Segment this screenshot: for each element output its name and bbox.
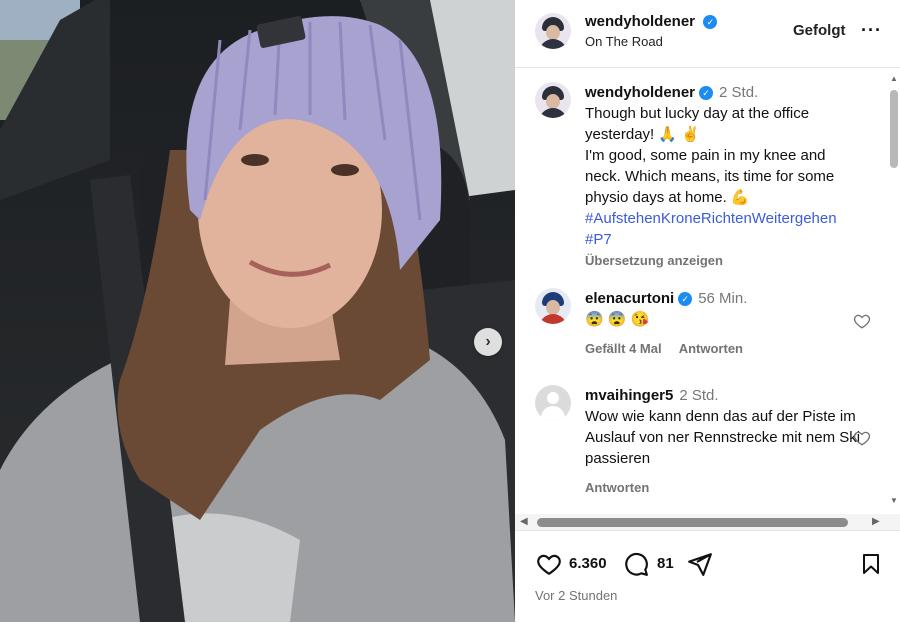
- post-location[interactable]: On The Road: [585, 34, 663, 49]
- comment-likes[interactable]: Gefällt 4 Mal: [585, 341, 662, 356]
- post-photo: ›: [0, 0, 515, 622]
- translate-link[interactable]: Übersetzung anzeigen: [585, 253, 723, 268]
- follow-button[interactable]: Gefolgt: [793, 22, 846, 39]
- heart-icon[interactable]: [853, 429, 871, 447]
- comment-text: Wow wie kann denn das auf der Piste im A…: [585, 408, 861, 467]
- verified-badge-icon: ✓: [703, 14, 718, 29]
- caption-text-1: Though but lucky day at the office yeste…: [585, 105, 810, 143]
- scroll-down-icon[interactable]: ▼: [890, 496, 898, 505]
- caption-time: 2 Std.: [719, 84, 759, 101]
- caption: wendyholdener ✓ 2 Std. Though but lucky da…: [535, 82, 865, 271]
- chevron-right-icon: ›: [485, 333, 491, 350]
- reply-link[interactable]: Antworten: [585, 480, 649, 495]
- vertical-scroll-thumb[interactable]: [890, 90, 898, 168]
- verified-badge-icon: ✓: [699, 86, 714, 101]
- selfie-illustration: [0, 0, 515, 622]
- avatar[interactable]: [535, 13, 571, 49]
- comment-username[interactable]: mvaihinger5: [585, 387, 673, 404]
- like-count[interactable]: 6.360: [569, 555, 607, 572]
- comment-time: 56 Min.: [698, 290, 748, 307]
- comment-text: 😨 😨 😘: [585, 311, 650, 328]
- comment-time: 2 Std.: [679, 387, 719, 404]
- share-icon[interactable]: [687, 551, 713, 577]
- comment-username[interactable]: elenacurtoni: [585, 290, 674, 307]
- comment-icon[interactable]: [623, 551, 649, 577]
- scroll-left-icon[interactable]: ◀: [520, 516, 528, 527]
- bookmark-icon[interactable]: [859, 551, 883, 577]
- avatar[interactable]: [535, 385, 571, 421]
- horizontal-scroll-thumb[interactable]: [537, 518, 848, 527]
- avatar[interactable]: [535, 288, 571, 324]
- comment-count[interactable]: 81: [657, 555, 674, 572]
- verified-badge-icon: ✓: [678, 292, 693, 307]
- caption-username[interactable]: wendyholdener: [585, 84, 695, 101]
- list-item: elenacurtoni ✓ 56 Min. 😨 😨 😘 Gefällt 4 Mal…: [535, 288, 871, 359]
- heart-icon[interactable]: [535, 551, 563, 577]
- more-options-icon[interactable]: ···: [861, 20, 882, 41]
- comments-list[interactable]: wendyholdener ✓ 2 Std. Though but lucky da…: [515, 68, 900, 530]
- post-header: wendyholdener ✓ On The Road Gefolgt ···: [515, 0, 900, 68]
- post-username[interactable]: wendyholdener: [585, 13, 695, 30]
- list-item: mvaihinger5 2 Std. Wow wie kann denn das …: [535, 385, 871, 498]
- reply-link[interactable]: Antworten: [679, 341, 743, 356]
- caption-text-2: I'm good, some pain in my knee and neck.…: [585, 147, 835, 206]
- scroll-right-icon[interactable]: ▶: [872, 516, 880, 527]
- avatar[interactable]: [535, 82, 571, 118]
- next-photo-button[interactable]: ›: [474, 328, 502, 356]
- post-actions: 6.360 81 Vor 2 Stunden: [515, 530, 900, 623]
- scroll-up-icon[interactable]: ▲: [890, 74, 898, 83]
- heart-icon[interactable]: [853, 312, 871, 330]
- caption-hashtags[interactable]: #AufstehenKroneRichtenWeitergehen #P7: [585, 208, 865, 250]
- post-date: Vor 2 Stunden: [535, 588, 618, 603]
